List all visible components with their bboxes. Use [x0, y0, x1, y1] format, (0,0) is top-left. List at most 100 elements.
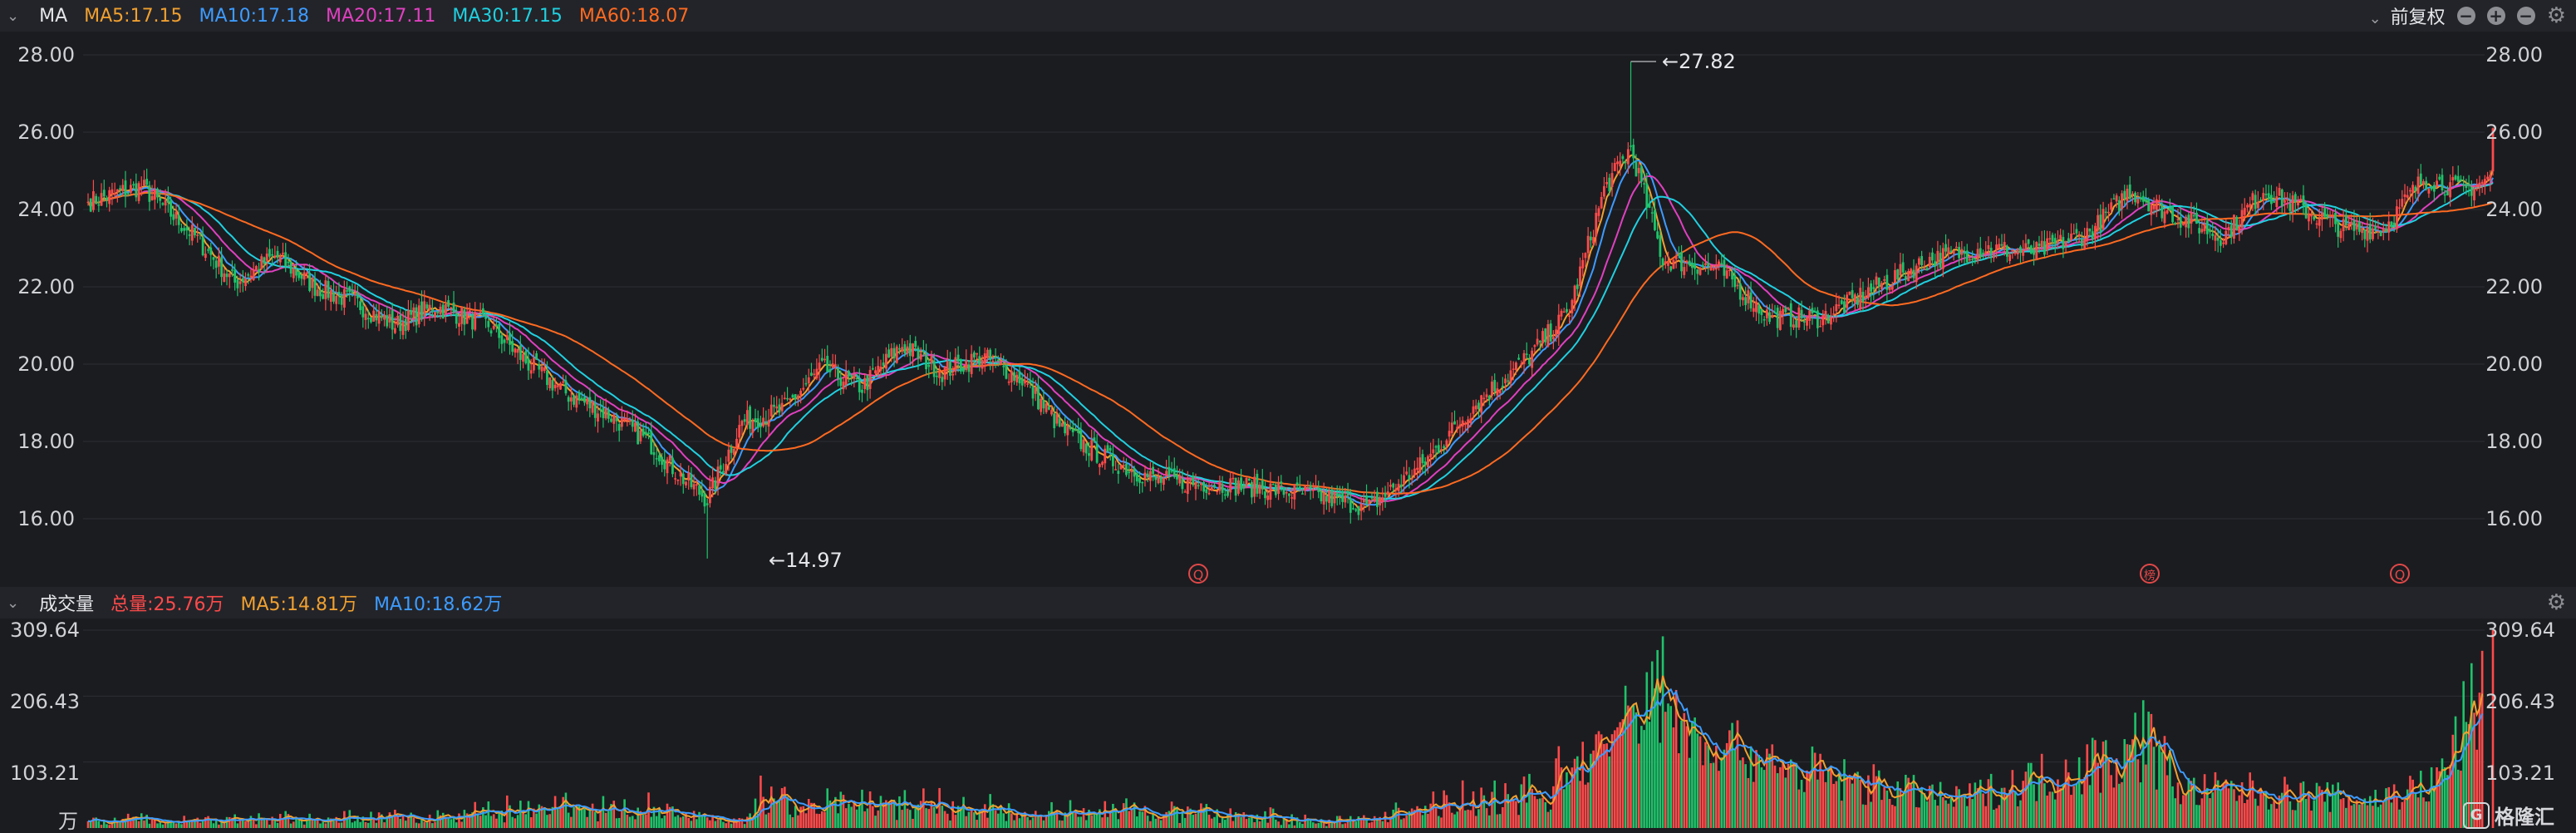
gear-icon[interactable]: ⚙ [2547, 3, 2566, 28]
volume-bar [1826, 767, 1830, 828]
candle-body [1082, 439, 1085, 453]
volume-bar [273, 820, 277, 828]
candle-body [1148, 471, 1152, 481]
candle-body [2006, 245, 2008, 257]
volume-bar [1074, 811, 1077, 828]
candle-body [1024, 380, 1026, 384]
candle-body [180, 228, 183, 232]
candle-body [1311, 489, 1315, 491]
candle-body [1042, 399, 1045, 409]
volume-bar [1485, 808, 1488, 828]
candle-body [1098, 464, 1101, 467]
volume-bar [2176, 782, 2180, 828]
candle-body [1912, 269, 1915, 278]
volume-bar [375, 822, 378, 828]
volume-bar [1128, 811, 1130, 828]
candle-body [329, 290, 332, 302]
volume-bar [2024, 771, 2028, 828]
candle-body [1427, 456, 1429, 467]
volume-bar [2361, 802, 2363, 828]
volume-bar [2430, 766, 2433, 828]
candle-body [674, 478, 677, 480]
candle-body [1851, 290, 1854, 298]
candle-body [2328, 215, 2332, 217]
volume-bar [2104, 740, 2107, 828]
volume-bar [1517, 815, 1520, 828]
candle-body [207, 249, 209, 251]
candle-body [471, 315, 474, 330]
candle-body [511, 341, 514, 352]
candle-body [2016, 249, 2019, 254]
volume-bar [1522, 776, 1526, 828]
candle-body [559, 382, 562, 390]
volume-bar [1197, 810, 1200, 828]
volume-bar [1960, 797, 1964, 828]
candle-body [284, 252, 288, 267]
volume-bar [399, 818, 402, 828]
candle-body [738, 425, 741, 438]
volume-chart[interactable]: 309.64 206.43 103.21 万 309.64 206.43 103… [0, 619, 2576, 833]
volume-bar [1984, 806, 1988, 828]
candle-body [102, 190, 106, 197]
remove-icon[interactable]: − [2516, 7, 2535, 25]
volume-title[interactable]: 成交量 [39, 589, 94, 616]
volume-bar [1680, 720, 1683, 828]
candle-body [535, 353, 538, 360]
candle-body [1247, 478, 1251, 481]
candle-body [1650, 212, 1654, 214]
candle-body [762, 417, 765, 426]
collapse-chevron-icon[interactable]: ⌄ [7, 594, 19, 612]
candle-body [1536, 338, 1539, 345]
candle-body [764, 421, 768, 424]
candle-body [540, 366, 543, 372]
price-gridlines [83, 54, 2485, 520]
candle-body [143, 180, 145, 186]
candle-body [1135, 473, 1138, 482]
candle-body [372, 310, 376, 322]
volume-bar [1891, 805, 1894, 828]
volume-bar [450, 819, 453, 828]
candle-body [417, 305, 420, 324]
candle-body [1859, 288, 1862, 310]
indicator-name[interactable]: MA [39, 6, 67, 27]
volume-bar [1987, 779, 1990, 828]
collapse-chevron-icon[interactable]: ⌄ [7, 7, 19, 25]
candle-body [407, 310, 410, 331]
volume-bar [383, 822, 386, 828]
volume-bar [901, 810, 903, 828]
candle-body [420, 301, 423, 319]
volume-bar [156, 823, 159, 828]
candle-body [124, 180, 127, 197]
candle-body [1819, 326, 1821, 328]
volume-bar [2097, 762, 2099, 828]
volume-bar [914, 806, 917, 828]
candle-body [2449, 182, 2452, 198]
candlestick-chart[interactable]: 28.00 26.00 24.00 22.00 20.00 18.00 16.0… [0, 32, 2576, 587]
volume-bar [1520, 784, 1523, 828]
candle-body [1683, 267, 1686, 275]
minus-icon[interactable]: − [2456, 7, 2475, 25]
candle-body [703, 493, 706, 507]
candle-body [1846, 294, 1849, 308]
adjust-dropdown[interactable]: ⌄ 前复权 [2369, 2, 2446, 29]
candle-body [410, 310, 413, 315]
candle-body [593, 403, 597, 418]
plus-icon[interactable]: + [2486, 7, 2505, 25]
candle-body [1088, 453, 1090, 456]
volume-bar [1018, 818, 1021, 828]
volume-bar [396, 816, 399, 828]
ma-legend: ⌄ MA MA5:17.15 MA10:17.18 MA20:17.11 MA3… [0, 6, 689, 27]
candle-body [751, 421, 755, 433]
candle-body [1680, 251, 1683, 272]
candle-body [1018, 371, 1021, 384]
volume-bar [735, 821, 738, 828]
candle-body [2436, 180, 2438, 187]
candle-body [119, 188, 121, 190]
candle-body [1341, 491, 1345, 502]
volume-ma-line-ma5 [87, 675, 2484, 825]
volume-bar [1586, 782, 1590, 828]
ma-line-ma5 [87, 154, 2494, 512]
candle-body [1282, 487, 1286, 495]
gear-icon[interactable]: ⚙ [2547, 590, 2566, 615]
candle-body [1714, 264, 1718, 270]
